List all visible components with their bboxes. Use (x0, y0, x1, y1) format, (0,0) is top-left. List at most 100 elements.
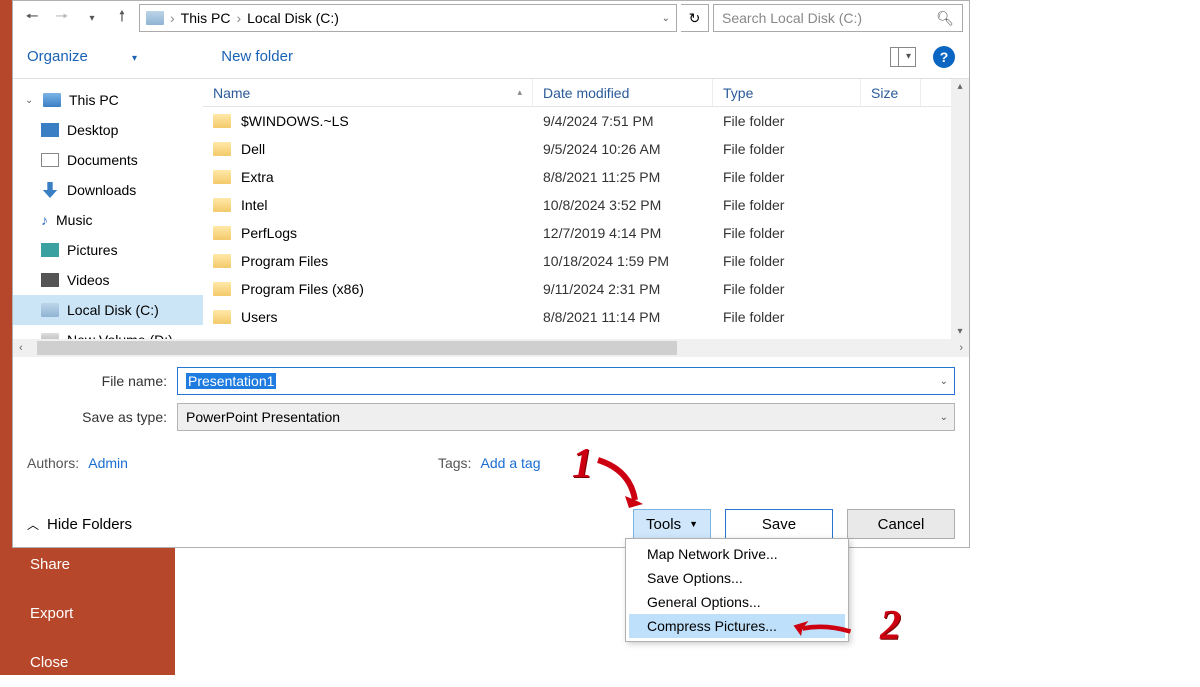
expand-icon[interactable]: ⌄ (25, 95, 35, 106)
menu-general-options[interactable]: General Options... (629, 590, 845, 614)
tools-button[interactable]: Tools ▼ (633, 509, 711, 539)
file-row[interactable]: Users8/8/2021 11:14 PMFile folder (203, 303, 969, 331)
authors-value[interactable]: Admin (88, 455, 128, 471)
folder-icon (213, 254, 231, 268)
vertical-scrollbar[interactable]: ▴▾ (951, 79, 969, 339)
file-name: Users (241, 309, 278, 325)
help-button[interactable]: ? (933, 46, 955, 68)
organize-menu[interactable]: Organize ▾ (27, 48, 177, 65)
tree-documents[interactable]: Documents (13, 145, 203, 175)
drive-icon (146, 11, 164, 25)
file-row[interactable]: Intel10/8/2024 3:52 PMFile folder (203, 191, 969, 219)
chevron-down-icon[interactable]: ⌄ (940, 412, 948, 423)
save-form: File name: Presentation1 ⌄ Save as type:… (13, 357, 969, 445)
menu-save-options[interactable]: Save Options... (629, 566, 845, 590)
dialog-toolbar: Organize ▾ New folder ▾ ? (13, 35, 969, 79)
scroll-left-icon[interactable]: ‹ (19, 342, 23, 354)
breadcrumb-location[interactable]: Local Disk (C:) (247, 10, 339, 26)
file-row[interactable]: Program Files (x86)9/11/2024 2:31 PMFile… (203, 275, 969, 303)
navigation-bar: 🠔 🠖 ▾ 🠕 › This PC › Local Disk (C:) ⌄ ↻ … (13, 1, 969, 35)
back-button[interactable]: 🠔 (19, 5, 45, 31)
backstage-close[interactable]: Close (0, 638, 175, 687)
save-type-select[interactable]: PowerPoint Presentation ⌄ (177, 403, 955, 431)
column-date[interactable]: Date modified (533, 79, 713, 106)
backstage-export[interactable]: Export (0, 589, 175, 638)
desktop-icon (41, 123, 59, 137)
cancel-button[interactable]: Cancel (847, 509, 955, 539)
pictures-icon (41, 243, 59, 257)
scrollbar-thumb[interactable] (37, 341, 677, 355)
new-folder-button[interactable]: New folder (221, 48, 293, 65)
chevron-down-icon: ▼ (689, 519, 698, 529)
file-type: File folder (713, 197, 861, 213)
tree-videos[interactable]: Videos (13, 265, 203, 295)
scroll-down-icon[interactable]: ▾ (957, 326, 962, 337)
scroll-up-icon[interactable]: ▴ (957, 81, 962, 92)
breadcrumb-root[interactable]: This PC (181, 10, 231, 26)
menu-map-network-drive[interactable]: Map Network Drive... (629, 542, 845, 566)
forward-button: 🠖 (49, 5, 75, 31)
view-options-icon[interactable] (890, 47, 916, 67)
breadcrumb-separator-icon: › (170, 10, 175, 26)
address-bar[interactable]: › This PC › Local Disk (C:) ⌄ (139, 4, 677, 32)
chevron-down-icon[interactable]: ⌄ (940, 376, 948, 387)
tree-new-volume-d[interactable]: New Volume (D:)⌄ (13, 325, 203, 339)
file-date: 8/8/2021 11:25 PM (533, 169, 713, 185)
search-input[interactable]: Search Local Disk (C:) 🔍︎ (713, 4, 963, 32)
file-date: 10/18/2024 1:59 PM (533, 253, 713, 269)
column-headers: Name▴ Date modified Type Size (203, 79, 969, 107)
hide-folders-toggle[interactable]: ︿ Hide Folders (27, 516, 132, 533)
search-icon: 🔍︎ (936, 10, 954, 27)
file-name: PerfLogs (241, 225, 297, 241)
navigation-tree[interactable]: ⌄ This PC Desktop Documents Downloads ♪M… (13, 79, 203, 339)
file-name: Program Files (241, 253, 328, 269)
tree-downloads[interactable]: Downloads (13, 175, 203, 205)
save-type-value: PowerPoint Presentation (186, 409, 340, 425)
address-dropdown-icon[interactable]: ⌄ (662, 13, 670, 24)
tree-desktop[interactable]: Desktop (13, 115, 203, 145)
annotation-number-2: 2 (880, 602, 901, 650)
file-row[interactable]: Extra8/8/2021 11:25 PMFile folder (203, 163, 969, 191)
file-type: File folder (713, 169, 861, 185)
column-type[interactable]: Type (713, 79, 861, 106)
documents-icon (41, 153, 59, 167)
recent-locations-dropdown[interactable]: ▾ (79, 5, 105, 31)
downloads-icon (41, 182, 59, 198)
annotation-arrow-2-icon (792, 620, 852, 640)
save-as-dialog: 🠔 🠖 ▾ 🠕 › This PC › Local Disk (C:) ⌄ ↻ … (12, 0, 970, 548)
refresh-button[interactable]: ↻ (681, 4, 709, 32)
up-button[interactable]: 🠕 (109, 5, 135, 31)
save-button[interactable]: Save (725, 509, 833, 539)
file-name: Dell (241, 141, 265, 157)
sort-indicator-icon: ▴ (517, 87, 522, 98)
breadcrumb-separator-icon: › (236, 10, 241, 26)
tree-music[interactable]: ♪Music (13, 205, 203, 235)
file-type: File folder (713, 113, 861, 129)
file-type: File folder (713, 225, 861, 241)
tree-pictures[interactable]: Pictures (13, 235, 203, 265)
tree-local-disk-c[interactable]: Local Disk (C:) (13, 295, 203, 325)
file-row[interactable]: Dell9/5/2024 10:26 AMFile folder (203, 135, 969, 163)
filename-input[interactable]: Presentation1 ⌄ (177, 367, 955, 395)
horizontal-scrollbar[interactable]: ‹ › (13, 339, 969, 357)
file-date: 9/4/2024 7:51 PM (533, 113, 713, 129)
filename-label: File name: (27, 373, 177, 389)
column-name[interactable]: Name▴ (203, 79, 533, 106)
file-date: 9/5/2024 10:26 AM (533, 141, 713, 157)
file-date: 10/8/2024 3:52 PM (533, 197, 713, 213)
column-size[interactable]: Size (861, 79, 921, 106)
metadata-row: Authors: Admin Tags: Add a tag (13, 445, 969, 471)
folder-icon (213, 226, 231, 240)
file-row[interactable]: PerfLogs12/7/2019 4:14 PMFile folder (203, 219, 969, 247)
tree-this-pc[interactable]: ⌄ This PC (13, 85, 203, 115)
file-row[interactable]: Program Files10/18/2024 1:59 PMFile fold… (203, 247, 969, 275)
annotation-number-1: 1 (572, 440, 593, 488)
file-row[interactable]: $WINDOWS.~LS9/4/2024 7:51 PMFile folder (203, 107, 969, 135)
file-list: Name▴ Date modified Type Size $WINDOWS.~… (203, 79, 969, 339)
scroll-right-icon[interactable]: › (959, 342, 963, 354)
tags-value[interactable]: Add a tag (481, 455, 541, 471)
save-type-label: Save as type: (27, 409, 177, 425)
search-placeholder: Search Local Disk (C:) (722, 10, 862, 26)
folder-icon (213, 310, 231, 324)
videos-icon (41, 273, 59, 287)
